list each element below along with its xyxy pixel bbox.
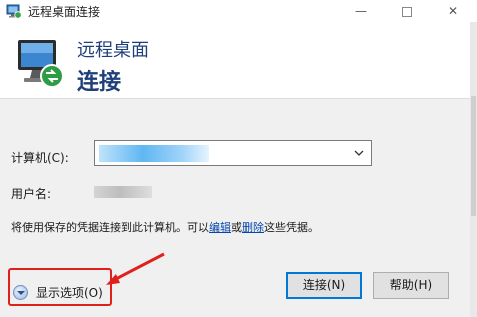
computer-combobox[interactable] <box>94 140 372 166</box>
username-value-redacted <box>94 186 152 198</box>
maximize-button[interactable] <box>384 0 430 22</box>
username-label: 用户名: <box>11 187 52 201</box>
header-title-line1: 远程桌面 <box>77 40 149 61</box>
computer-label: 计算机(C): <box>11 151 69 165</box>
minimize-icon: — <box>355 4 367 18</box>
show-options-label: 显示选项(O) <box>36 285 103 300</box>
expand-down-icon[interactable] <box>13 284 28 300</box>
window-title: 远程桌面连接 <box>28 5 101 19</box>
credentials-note: 将使用保存的凭据连接到此计算机。可以编辑或删除这些凭据。 <box>11 219 319 235</box>
header-title-line2: 连接 <box>77 70 122 95</box>
minimize-button[interactable]: — <box>338 0 384 22</box>
chevron-down-icon[interactable] <box>353 145 365 161</box>
show-options-toggle[interactable]: 显示选项(O) <box>13 282 103 302</box>
header-divider <box>0 98 470 99</box>
close-icon: ✕ <box>447 4 459 18</box>
note-prefix: 将使用保存的凭据连接到此计算机。可以 <box>11 221 209 234</box>
edit-credentials-link[interactable]: 编辑 <box>209 221 231 234</box>
title-bar[interactable]: 远程桌面连接 — ✕ <box>0 0 477 22</box>
monitor-connection-icon <box>18 40 64 88</box>
connect-button[interactable]: 连接(N) <box>286 272 362 299</box>
header-banner: 远程桌面 连接 <box>0 22 470 98</box>
annotation-arrow <box>106 252 165 285</box>
remote-desktop-window: 远程桌面连接 — ✕ 远程桌面 连接 计算机(C): 用户名: 将使用保存的凭据… <box>0 0 477 317</box>
help-button[interactable]: 帮助(H) <box>373 272 449 299</box>
maximize-icon <box>402 6 412 17</box>
delete-credentials-link[interactable]: 删除 <box>242 221 264 234</box>
scrollbar-thumb[interactable] <box>471 96 476 216</box>
note-suffix: 这些凭据。 <box>264 221 319 234</box>
note-middle: 或 <box>231 221 242 234</box>
close-button[interactable]: ✕ <box>430 0 476 22</box>
computer-value-redacted <box>99 145 209 162</box>
remote-desktop-icon <box>6 4 22 19</box>
